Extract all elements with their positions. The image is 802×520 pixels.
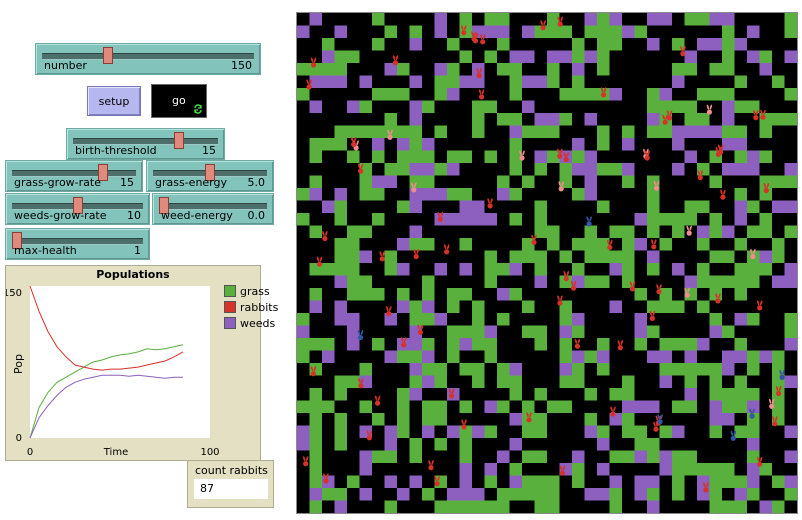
rabbit-icon: [487, 198, 493, 209]
rabbit-icon: [478, 89, 485, 100]
grass-energy-slider[interactable]: grass-energy 5.0: [146, 160, 274, 192]
rabbit-icon: [428, 460, 434, 471]
birth-threshold-slider[interactable]: birth-threshold 15: [66, 128, 225, 160]
rabbit-icon: [392, 55, 399, 66]
legend-swatch: [224, 301, 236, 313]
rabbit-icon: [351, 137, 357, 148]
slider-thumb[interactable]: [102, 47, 113, 64]
rabbit-icon: [686, 225, 692, 236]
y-min-label: 0: [16, 433, 22, 444]
world-view[interactable]: [296, 12, 798, 514]
forever-icon: [194, 104, 202, 114]
slider-label: birth-threshold: [75, 144, 157, 157]
x-max-label: 100: [200, 447, 219, 458]
rabbit-icon: [310, 57, 317, 68]
slider-value: 15: [202, 144, 216, 157]
grass-grow-rate-slider[interactable]: grass-grow-rate 15: [5, 160, 143, 192]
slider-label: weed-energy: [161, 209, 233, 222]
rabbit-icon: [720, 189, 726, 200]
legend-label: rabbits: [240, 300, 279, 314]
rabbit-icon: [379, 251, 385, 262]
rabbit-icon: [322, 231, 328, 242]
plot-legend: grass rabbits weeds: [224, 283, 278, 331]
y-axis-label: Pop: [12, 354, 25, 374]
populations-plot: Populations 150 0 0 100 Time Pop grass ra…: [5, 265, 278, 461]
legend-swatch: [224, 317, 236, 329]
slider-value: 1: [134, 244, 141, 257]
patches: [297, 13, 797, 513]
rabbit-icon: [757, 300, 763, 311]
legend-label: weeds: [240, 316, 276, 330]
slider-value: 10: [127, 209, 141, 222]
go-button[interactable]: go: [151, 84, 207, 118]
slider-value: 0.0: [247, 209, 266, 222]
rabbit-icon: [651, 239, 657, 250]
rabbit-icon: [586, 216, 592, 227]
rabbit-icon: [557, 295, 563, 306]
rabbit-icon: [610, 406, 616, 417]
rabbit-icon: [444, 244, 450, 255]
max-health-slider[interactable]: max-health 1: [5, 228, 150, 260]
setup-button-label: setup: [98, 94, 130, 108]
setup-button[interactable]: setup: [87, 86, 141, 116]
slider-value: 5.0: [247, 176, 266, 189]
slider-value: 150: [231, 59, 252, 72]
legend-item: rabbits: [224, 299, 278, 315]
slider-value: 15: [120, 176, 134, 189]
monitor-value: 87: [194, 479, 268, 499]
x-min-label: 0: [27, 447, 33, 458]
slider-label: grass-grow-rate: [14, 176, 101, 189]
slider-label: number: [44, 59, 87, 72]
monitor-label: count rabbits: [195, 464, 268, 477]
rabbit-icon: [303, 456, 309, 467]
rabbit-icon: [574, 338, 581, 349]
rabbit-icon: [617, 340, 623, 351]
number-slider[interactable]: number 150: [35, 43, 261, 75]
rabbit-icon: [461, 419, 467, 430]
go-button-label: go: [172, 94, 186, 107]
count-rabbits-monitor: count rabbits 87: [187, 460, 274, 508]
legend-item: weeds: [224, 315, 278, 331]
legend-item: grass: [224, 283, 278, 299]
y-max-label: 150: [6, 288, 22, 299]
rabbit-icon: [540, 20, 546, 31]
slider-label: max-health: [14, 244, 77, 257]
legend-label: grass: [240, 284, 270, 298]
rabbit-icon: [706, 104, 713, 115]
plot-area: 150 0 0 100 Time Pop: [6, 285, 220, 458]
rabbit-icon: [386, 306, 392, 317]
legend-swatch: [224, 285, 236, 297]
slider-thumb[interactable]: [174, 132, 185, 149]
plot-background: [30, 286, 210, 438]
weed-energy-slider[interactable]: weed-energy 0.0: [152, 193, 274, 225]
slider-label: grass-energy: [155, 176, 228, 189]
rabbit-icon: [374, 395, 381, 406]
x-axis-label: Time: [103, 447, 128, 458]
slider-label: weeds-grow-rate: [14, 209, 107, 222]
weeds-grow-rate-slider[interactable]: weeds-grow-rate 10: [5, 193, 150, 225]
rabbit-icon: [316, 256, 323, 267]
